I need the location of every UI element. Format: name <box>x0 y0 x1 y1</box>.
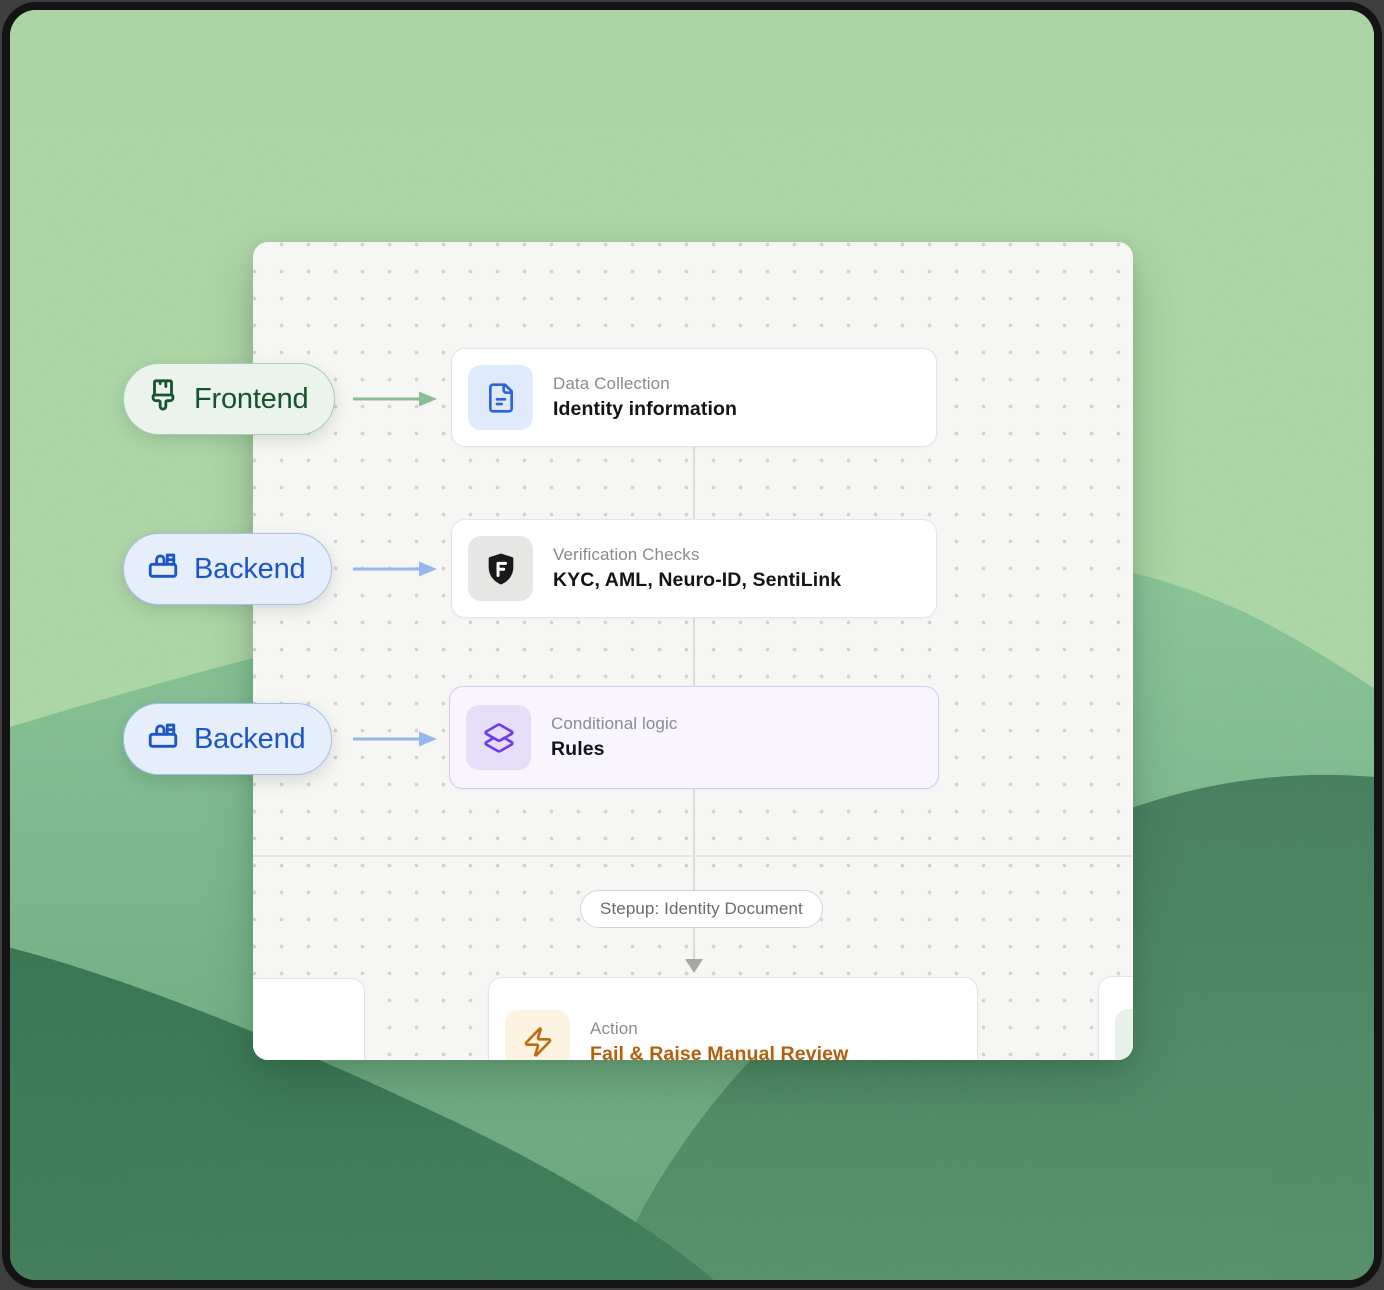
node-subtitle: Identity information <box>553 398 737 421</box>
node-subtitle: KYC, AML, Neuro-ID, SentiLink <box>553 569 841 592</box>
lane-divider-line <box>253 855 1133 857</box>
flow-canvas: Data Collection Identity information Ver… <box>253 242 1133 1060</box>
node-conditional-logic[interactable]: Conditional logic Rules <box>449 686 939 789</box>
node-title: Verification Checks <box>553 545 841 565</box>
arrow-backend2-to-node-icon <box>352 729 438 749</box>
callout-label: Backend <box>194 553 305 586</box>
node-partial-right[interactable] <box>1098 976 1133 1060</box>
node-verification-checks[interactable]: Verification Checks KYC, AML, Neuro-ID, … <box>451 519 937 618</box>
callout-label: Frontend <box>194 383 308 416</box>
callout-label: Backend <box>194 723 305 756</box>
paintbrush-icon <box>146 378 180 420</box>
node-title: Data Collection <box>553 374 737 394</box>
toolbox-icon <box>146 548 180 590</box>
stepup-label: Stepup: Identity Document <box>600 899 803 919</box>
node-action[interactable]: Action Fail & Raise Manual Review <box>488 977 978 1060</box>
node-partial-left[interactable] <box>253 978 365 1060</box>
callout-backend-1: Backend <box>123 533 332 605</box>
node-data-collection[interactable]: Data Collection Identity information <box>451 348 937 447</box>
stepup-identity-document-pill[interactable]: Stepup: Identity Document <box>580 890 823 928</box>
layers-icon <box>466 705 531 770</box>
partial-node-iconbox <box>1115 1009 1133 1061</box>
arrow-backend1-to-node-icon <box>352 559 438 579</box>
node-subtitle: Rules <box>551 738 677 761</box>
callout-backend-2: Backend <box>123 703 332 775</box>
toolbox-icon <box>146 718 180 760</box>
callout-frontend: Frontend <box>123 363 335 435</box>
flow-connector-line <box>693 392 695 960</box>
node-title: Conditional logic <box>551 714 677 734</box>
arrow-frontend-to-node-icon <box>352 389 438 409</box>
shield-f-logo-icon <box>468 536 533 601</box>
node-title: Action <box>590 1019 848 1039</box>
zap-icon <box>505 1010 570 1061</box>
connector-arrowhead-icon <box>685 959 703 973</box>
node-subtitle: Fail & Raise Manual Review <box>590 1043 848 1061</box>
file-document-icon <box>468 365 533 430</box>
